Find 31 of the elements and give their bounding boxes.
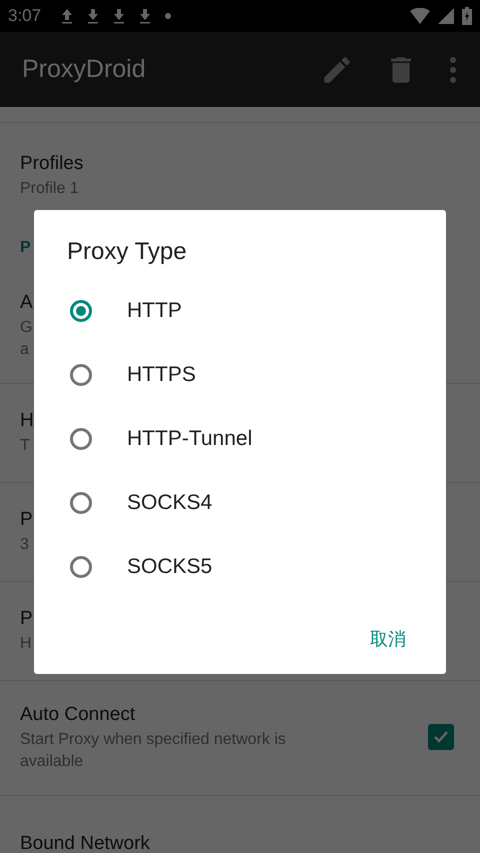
dot-icon <box>165 13 172 19</box>
download-icon <box>139 8 152 24</box>
wifi-icon <box>410 8 430 24</box>
radio-button[interactable] <box>70 364 92 386</box>
radio-button[interactable] <box>70 556 92 578</box>
radio-button[interactable] <box>70 428 92 450</box>
preference-title[interactable]: P <box>20 605 33 633</box>
option-label[interactable]: SOCKS5 <box>127 555 212 579</box>
preference-title[interactable]: H <box>20 407 34 435</box>
preference-title[interactable]: P <box>20 506 33 534</box>
battery-icon <box>462 7 472 25</box>
option-label[interactable]: SOCKS4 <box>127 491 212 515</box>
dialog-title: Proxy Type <box>67 237 188 267</box>
category-title: P <box>20 239 31 256</box>
upload-icon <box>61 8 74 24</box>
download-icon <box>87 8 100 24</box>
preference-title[interactable]: Bound Network <box>20 830 150 853</box>
app-title: ProxyDroid <box>22 55 146 84</box>
radio-button[interactable] <box>70 300 92 322</box>
radio-button[interactable] <box>70 492 92 514</box>
preference-title[interactable]: Profiles <box>20 150 84 178</box>
download-icon <box>113 8 126 24</box>
checkbox[interactable] <box>428 724 454 750</box>
option-label[interactable]: HTTP-Tunnel <box>127 427 252 451</box>
cancel-button[interactable]: 取消 <box>360 619 416 659</box>
option-label[interactable]: HTTP <box>127 299 182 323</box>
signal-icon <box>438 8 454 24</box>
status-time: 3:07 <box>8 6 42 26</box>
preference-title[interactable]: A <box>20 289 33 317</box>
preference-title[interactable]: Auto Connect <box>20 701 136 729</box>
option-label[interactable]: HTTPS <box>127 363 196 387</box>
